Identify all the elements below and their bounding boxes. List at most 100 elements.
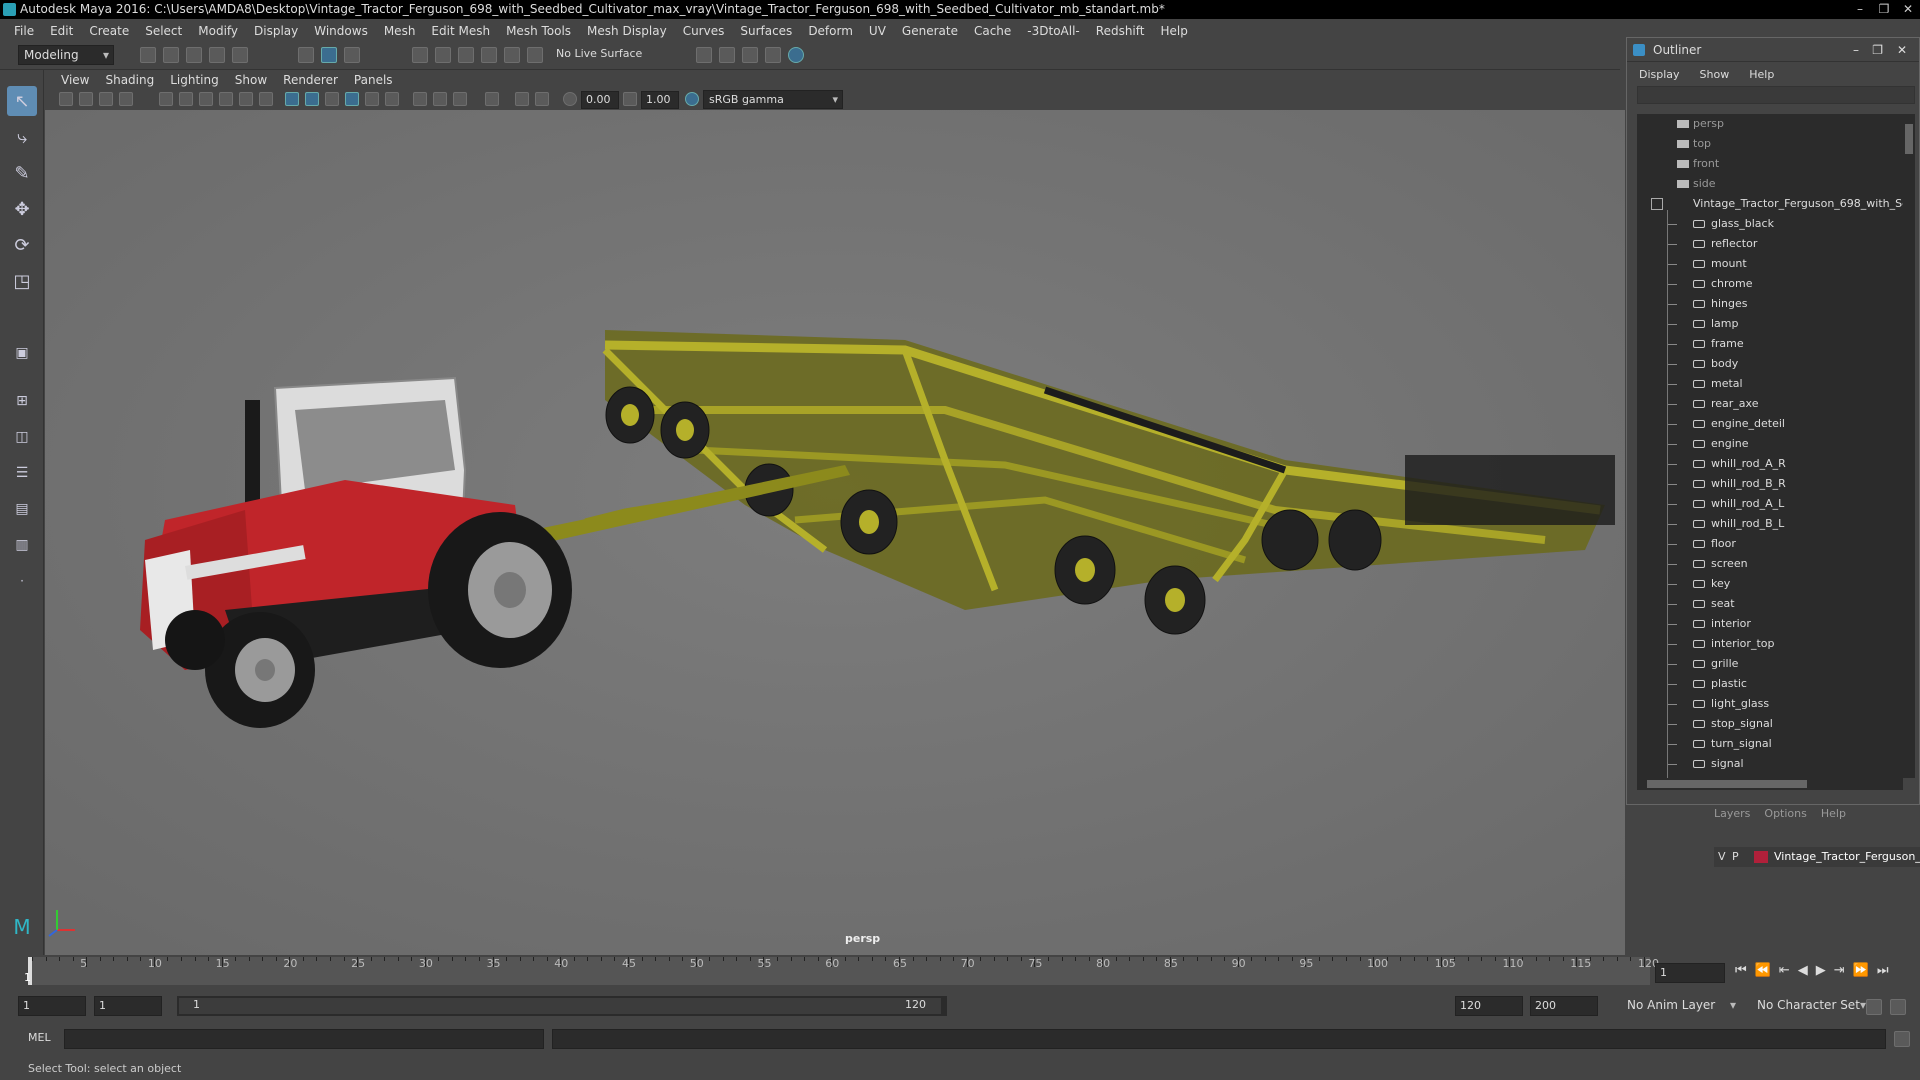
outliner-item[interactable]: metal: [1637, 374, 1903, 394]
menu-modify[interactable]: Modify: [190, 24, 246, 38]
outliner-item-side[interactable]: side: [1637, 174, 1903, 194]
menu-surfaces[interactable]: Surfaces: [732, 24, 800, 38]
render-frame-icon[interactable]: [719, 47, 735, 63]
menu-cache[interactable]: Cache: [966, 24, 1019, 38]
playback-end-field[interactable]: 120: [1455, 996, 1523, 1016]
safe-action-icon[interactable]: [259, 92, 273, 106]
render-settings-icon[interactable]: [765, 47, 781, 63]
outliner-item[interactable]: light_glass: [1637, 694, 1903, 714]
step-forward-key-icon[interactable]: ⏩: [1853, 963, 1869, 978]
outliner-item[interactable]: grille: [1637, 654, 1903, 674]
step-back-frame-icon[interactable]: ⇤: [1779, 963, 1790, 978]
outliner-item[interactable]: whill_rod_B_R: [1637, 474, 1903, 494]
menu-mesh-tools[interactable]: Mesh Tools: [498, 24, 579, 38]
outliner-item[interactable]: hinges: [1637, 294, 1903, 314]
gate-mask-icon[interactable]: [219, 92, 233, 106]
end-time-field[interactable]: 200: [1530, 996, 1598, 1016]
anim-layer-dropdown[interactable]: No Anim Layer: [1622, 996, 1740, 1016]
outliner-item-front[interactable]: front: [1637, 154, 1903, 174]
outliner-item[interactable]: key: [1637, 574, 1903, 594]
snap-view-plane-icon[interactable]: [481, 47, 497, 63]
outliner-item[interactable]: body: [1637, 354, 1903, 374]
outliner-close-button[interactable]: ✕: [1897, 38, 1907, 62]
camera-lock-icon[interactable]: [79, 92, 93, 106]
vp-menu-panels[interactable]: Panels: [346, 73, 401, 87]
menu-edit-mesh[interactable]: Edit Mesh: [423, 24, 498, 38]
xray-joints-icon[interactable]: [535, 92, 549, 106]
command-language-label[interactable]: MEL: [28, 1031, 51, 1044]
outliner-menu-help[interactable]: Help: [1749, 68, 1794, 81]
outliner-item[interactable]: turn_signal: [1637, 734, 1903, 754]
menu-select[interactable]: Select: [137, 24, 190, 38]
snap-curve-icon[interactable]: [435, 47, 451, 63]
menu-file[interactable]: File: [6, 24, 42, 38]
vp-menu-show[interactable]: Show: [227, 73, 275, 87]
outliner-item-top[interactable]: top: [1637, 134, 1903, 154]
wireframe-icon[interactable]: [285, 92, 299, 106]
menu-uv[interactable]: UV: [861, 24, 894, 38]
layout-custom-icon[interactable]: ·: [7, 566, 37, 596]
outliner-item[interactable]: lamp: [1637, 314, 1903, 334]
go-to-end-icon[interactable]: ⏭: [1877, 963, 1889, 978]
snap-grid-icon[interactable]: [412, 47, 428, 63]
outliner-item[interactable]: screen: [1637, 554, 1903, 574]
menu-deform[interactable]: Deform: [800, 24, 861, 38]
menu-display[interactable]: Display: [246, 24, 306, 38]
outliner-item-group[interactable]: Vintage_Tractor_Ferguson_698_with_Sec: [1637, 194, 1903, 214]
field-chart-icon[interactable]: [239, 92, 253, 106]
shadows-icon[interactable]: [385, 92, 399, 106]
new-scene-icon[interactable]: [140, 47, 156, 63]
outliner-vertical-scrollbar[interactable]: [1903, 114, 1915, 778]
use-all-lights-icon[interactable]: [365, 92, 379, 106]
layers-menu-options[interactable]: Options: [1764, 807, 1806, 820]
outliner-item[interactable]: rear_axe: [1637, 394, 1903, 414]
play-backward-icon[interactable]: ◀: [1798, 963, 1808, 978]
menu-3dtoall[interactable]: -3DtoAll-: [1019, 24, 1087, 38]
snap-surface-icon[interactable]: [504, 47, 520, 63]
ipr-render-icon[interactable]: [742, 47, 758, 63]
outliner-item[interactable]: whill_rod_A_R: [1637, 454, 1903, 474]
viewport-persp[interactable]: persp: [45, 110, 1625, 955]
layer-playback-toggle[interactable]: P: [1732, 850, 1739, 863]
outliner-item[interactable]: whill_rod_B_L: [1637, 514, 1903, 534]
select-by-component-icon[interactable]: [344, 47, 360, 63]
layers-menu-help[interactable]: Help: [1821, 807, 1846, 820]
go-to-start-icon[interactable]: ⏮: [1735, 963, 1747, 978]
outliner-search-field[interactable]: [1637, 86, 1915, 104]
step-back-key-icon[interactable]: ⏪: [1755, 963, 1771, 978]
vp-menu-shading[interactable]: Shading: [97, 73, 162, 87]
open-scene-icon[interactable]: [163, 47, 179, 63]
screen-space-ao-icon[interactable]: [413, 92, 427, 106]
gamma-icon[interactable]: [623, 92, 637, 106]
character-set-dropdown[interactable]: No Character Set: [1752, 996, 1870, 1016]
outliner-item-persp[interactable]: persp: [1637, 114, 1903, 134]
layout-hypershade-icon[interactable]: ▥: [7, 530, 37, 560]
outliner-item[interactable]: engine: [1637, 434, 1903, 454]
isolate-select-icon[interactable]: [485, 92, 499, 106]
maximize-button[interactable]: ❐: [1872, 0, 1896, 19]
layers-menu-layers[interactable]: Layers: [1714, 807, 1750, 820]
layer-row[interactable]: V P Vintage_Tractor_Ferguson_6: [1714, 847, 1920, 867]
undo-icon[interactable]: [209, 47, 225, 63]
hypershade-icon[interactable]: [788, 47, 804, 63]
layer-color-swatch[interactable]: [1754, 851, 1768, 863]
vp-menu-lighting[interactable]: Lighting: [162, 73, 227, 87]
outliner-horizontal-scrollbar[interactable]: [1637, 778, 1903, 790]
image-plane-icon[interactable]: [119, 92, 133, 106]
outliner-maximize-button[interactable]: ❐: [1872, 38, 1883, 62]
menu-windows[interactable]: Windows: [306, 24, 376, 38]
vp-menu-view[interactable]: View: [53, 73, 97, 87]
outliner-item[interactable]: glass_black: [1637, 214, 1903, 234]
command-input[interactable]: [64, 1029, 544, 1049]
color-space-dropdown[interactable]: sRGB gamma: [703, 90, 843, 109]
scale-tool-icon[interactable]: ◳: [7, 266, 37, 296]
anim-prefs-icon[interactable]: [1890, 999, 1906, 1015]
outliner-item[interactable]: chrome: [1637, 274, 1903, 294]
gamma-field[interactable]: 1.00: [641, 91, 679, 109]
select-tool-icon[interactable]: ↖: [7, 86, 37, 116]
film-gate-icon[interactable]: [179, 92, 193, 106]
collapse-icon[interactable]: [1651, 198, 1663, 210]
outliner-item[interactable]: seat: [1637, 594, 1903, 614]
time-ruler[interactable]: 5 10 15 20 25 30 35 40 45 50 55 60 65 70 75 80 85 90 95 100…: [24, 957, 1659, 985]
outliner-item[interactable]: interior_top: [1637, 634, 1903, 654]
